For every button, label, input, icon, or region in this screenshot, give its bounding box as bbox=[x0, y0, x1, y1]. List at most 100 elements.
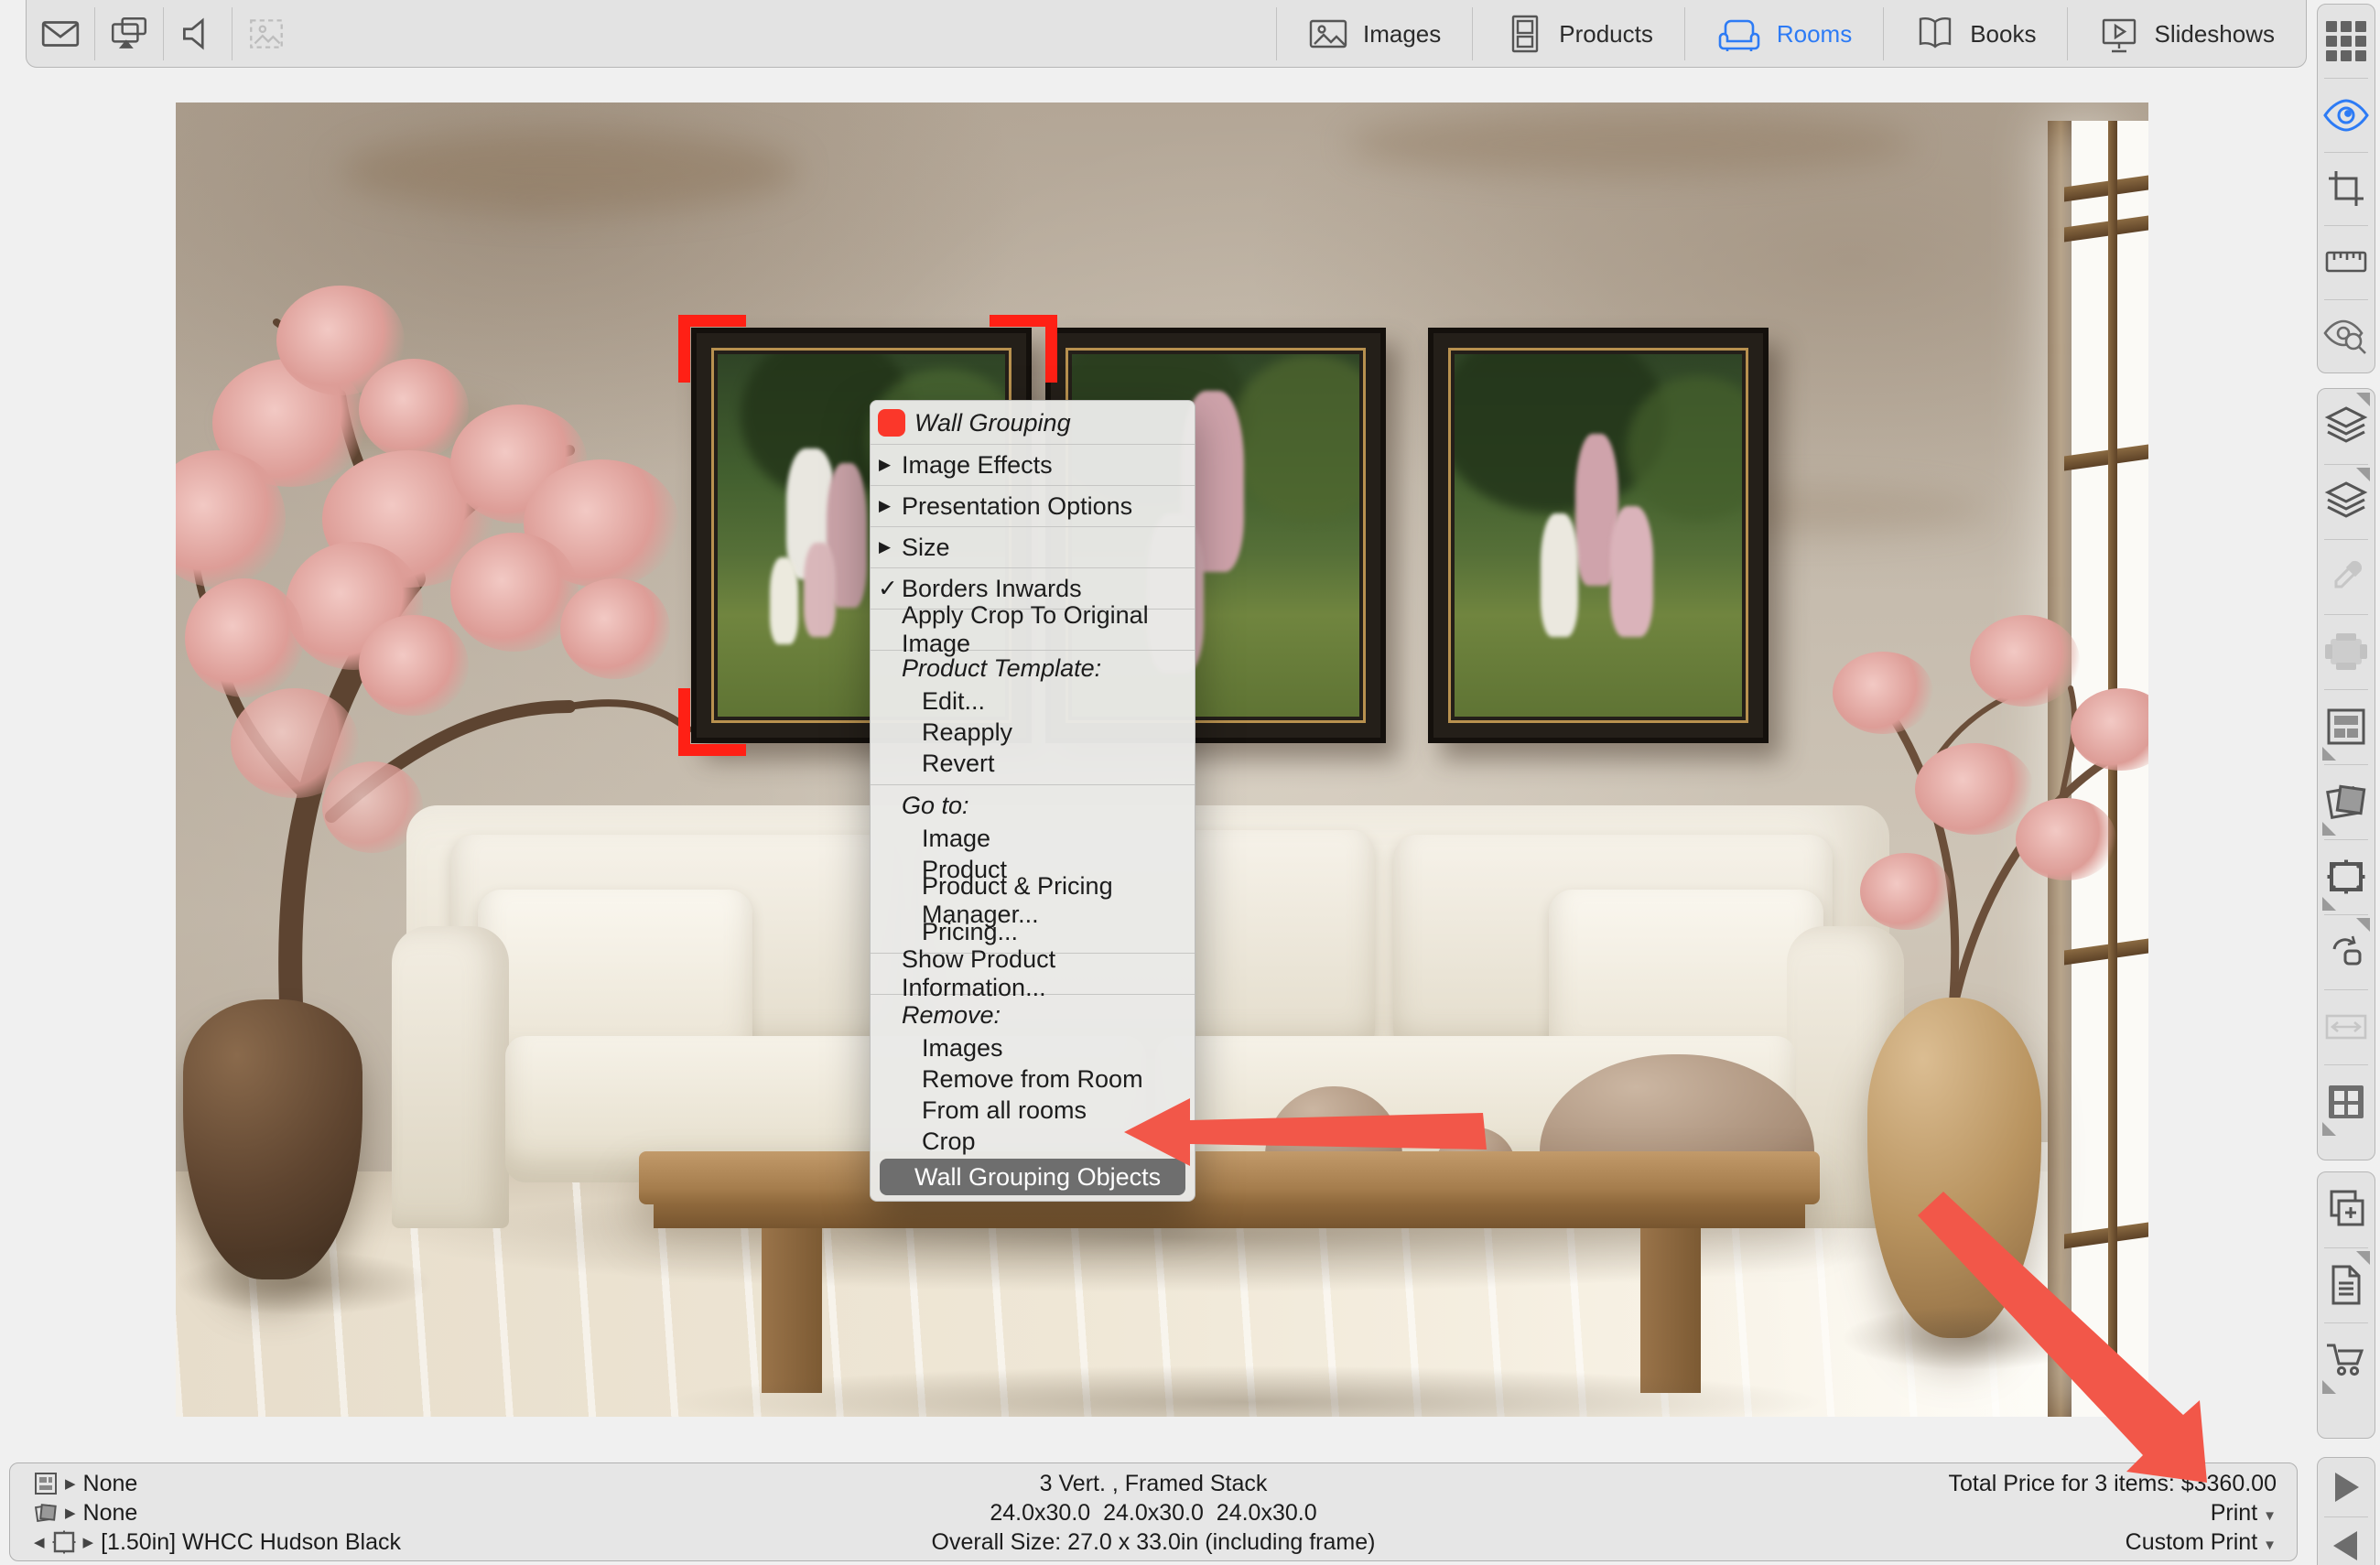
corner-badge-icon bbox=[2356, 1251, 2370, 1265]
eyedropper-button[interactable] bbox=[2318, 539, 2375, 614]
print-dropdown-label: Print bbox=[2211, 1500, 2257, 1526]
menu-item-wall-grouping-objects[interactable]: Wall Grouping Objects bbox=[880, 1159, 1185, 1195]
rotate-button[interactable] bbox=[2318, 914, 2375, 989]
tab-products[interactable]: Products bbox=[1473, 1, 1684, 67]
menu-item-label: Apply Crop To Original Image bbox=[902, 601, 1195, 658]
crop-tool-button[interactable] bbox=[2318, 152, 2375, 225]
menu-item-label: Borders Inwards bbox=[902, 575, 1082, 603]
envelope-icon bbox=[39, 13, 81, 55]
eyedropper-icon bbox=[2325, 556, 2367, 598]
crop-icon bbox=[2325, 167, 2367, 210]
document-icon bbox=[2326, 1263, 2366, 1307]
layers-icon bbox=[2323, 480, 2369, 523]
mat-button[interactable] bbox=[2318, 614, 2375, 689]
corner-badge-icon bbox=[2322, 1122, 2336, 1136]
submenu-arrow-icon: ▶ bbox=[879, 456, 891, 474]
add-product-button[interactable] bbox=[2318, 1172, 2375, 1247]
frame-style-button[interactable] bbox=[2318, 839, 2375, 914]
ruler-icon bbox=[2324, 241, 2368, 283]
displays-icon bbox=[108, 13, 150, 55]
top-toolbar: Images Products Rooms bbox=[26, 0, 2307, 68]
menu-item-label: Edit... bbox=[922, 687, 985, 716]
menu-item-remove-crop[interactable]: Crop bbox=[871, 1126, 1195, 1157]
eye-icon bbox=[2321, 95, 2371, 135]
menu-item-remove-images[interactable]: Images bbox=[871, 1032, 1195, 1063]
custom-print-dropdown[interactable]: Custom Print▼ bbox=[1948, 1527, 2277, 1557]
menu-item-show-product-info[interactable]: Show Product Information... bbox=[871, 955, 1195, 993]
red-swatch-icon bbox=[878, 409, 905, 437]
flip-horizontal-icon bbox=[2323, 1009, 2369, 1045]
dashed-image-icon bbox=[245, 13, 287, 55]
corner-badge-icon bbox=[2356, 468, 2370, 481]
menu-item-product-pricing-manager[interactable]: Product & Pricing Manager... bbox=[871, 885, 1195, 916]
order-report-button[interactable] bbox=[2318, 1247, 2375, 1322]
shopping-cart-button[interactable] bbox=[2318, 1322, 2375, 1398]
sofa-arm-left bbox=[392, 926, 509, 1228]
tab-slideshows-label: Slideshows bbox=[2154, 20, 2275, 49]
menu-item-image-effects[interactable]: ▶ Image Effects bbox=[871, 446, 1195, 484]
cart-icon bbox=[2323, 1338, 2369, 1382]
thumbnail-grid-button[interactable] bbox=[2318, 5, 2375, 78]
menu-item-label: Wall Grouping bbox=[914, 409, 1071, 437]
framed-print-3[interactable] bbox=[1428, 328, 1769, 743]
menu-item-presentation-options[interactable]: ▶ Presentation Options bbox=[871, 487, 1195, 525]
reference-image-button[interactable] bbox=[233, 1, 300, 67]
tab-images[interactable]: Images bbox=[1277, 1, 1472, 67]
menu-item-label: Pricing... bbox=[922, 918, 1018, 946]
corner-badge-icon bbox=[2356, 393, 2370, 406]
corner-badge-icon bbox=[2322, 897, 2336, 911]
menu-item-size[interactable]: ▶ Size bbox=[871, 528, 1195, 567]
menu-header-goto: Go to: bbox=[871, 789, 1195, 823]
menu-item-label: Revert bbox=[922, 750, 995, 778]
menu-item-label: Crop bbox=[922, 1128, 976, 1156]
tab-images-label: Images bbox=[1363, 20, 1441, 49]
menu-item-label: Size bbox=[902, 534, 950, 562]
tilted-frames-button[interactable] bbox=[2318, 764, 2375, 839]
menu-item-revert[interactable]: Revert bbox=[871, 748, 1195, 779]
layers-icon bbox=[2323, 405, 2369, 448]
menu-item-remove-from-all-rooms[interactable]: From all rooms bbox=[871, 1095, 1195, 1126]
layers-up-button[interactable] bbox=[2318, 389, 2375, 464]
menu-item-label: From all rooms bbox=[922, 1096, 1087, 1125]
preview-zoom-button[interactable] bbox=[2318, 299, 2375, 372]
tab-rooms-label: Rooms bbox=[1777, 20, 1852, 49]
rotate-icon bbox=[2325, 931, 2367, 973]
split-frame-button[interactable] bbox=[2318, 689, 2375, 764]
selection-corner-icon bbox=[990, 315, 1057, 383]
menu-item-wall-grouping[interactable]: Wall Grouping bbox=[871, 403, 1195, 443]
menu-item-reapply[interactable]: Reapply bbox=[871, 717, 1195, 748]
menu-item-label: Image bbox=[922, 825, 990, 853]
tab-books[interactable]: Books bbox=[1884, 1, 2067, 67]
menu-item-apply-crop[interactable]: Apply Crop To Original Image bbox=[871, 610, 1195, 649]
menu-header-product-template: Product Template: bbox=[871, 652, 1195, 685]
rooms-tab-icon bbox=[1716, 14, 1762, 54]
flip-horizontal-button[interactable] bbox=[2318, 989, 2375, 1064]
menu-header-label: Remove: bbox=[902, 1001, 1001, 1030]
previous-room-button[interactable] bbox=[2318, 1516, 2375, 1565]
measure-tool-button[interactable] bbox=[2318, 225, 2375, 298]
email-button[interactable] bbox=[27, 1, 94, 67]
sidebar-panel-tools bbox=[2317, 388, 2375, 1160]
tab-rooms[interactable]: Rooms bbox=[1685, 1, 1883, 67]
menu-item-remove-from-room[interactable]: Remove from Room bbox=[871, 1063, 1195, 1095]
room-grid-button[interactable] bbox=[2318, 1064, 2375, 1139]
menu-item-edit[interactable]: Edit... bbox=[871, 685, 1195, 717]
sound-button[interactable] bbox=[164, 1, 232, 67]
grid-icon bbox=[2322, 19, 2370, 63]
tab-slideshows[interactable]: Slideshows bbox=[2068, 1, 2306, 67]
next-room-button[interactable] bbox=[2318, 1458, 2375, 1516]
menu-item-pricing[interactable]: Pricing... bbox=[871, 916, 1195, 947]
menu-item-goto-image[interactable]: Image bbox=[871, 823, 1195, 854]
selection-corner-icon bbox=[678, 688, 746, 756]
dual-display-button[interactable] bbox=[95, 1, 163, 67]
ornate-frame-icon bbox=[2324, 857, 2368, 897]
speaker-icon bbox=[177, 13, 219, 55]
print-dropdown[interactable]: Print▼ bbox=[1948, 1498, 2277, 1527]
books-tab-icon bbox=[1915, 14, 1955, 54]
layers-down-button[interactable] bbox=[2318, 464, 2375, 539]
corner-badge-icon bbox=[2322, 822, 2336, 836]
slideshows-tab-icon bbox=[2099, 14, 2139, 54]
checkmark-icon: ✓ bbox=[878, 575, 898, 603]
sidebar-panel-view bbox=[2317, 4, 2375, 373]
preview-mode-button[interactable] bbox=[2318, 78, 2375, 151]
